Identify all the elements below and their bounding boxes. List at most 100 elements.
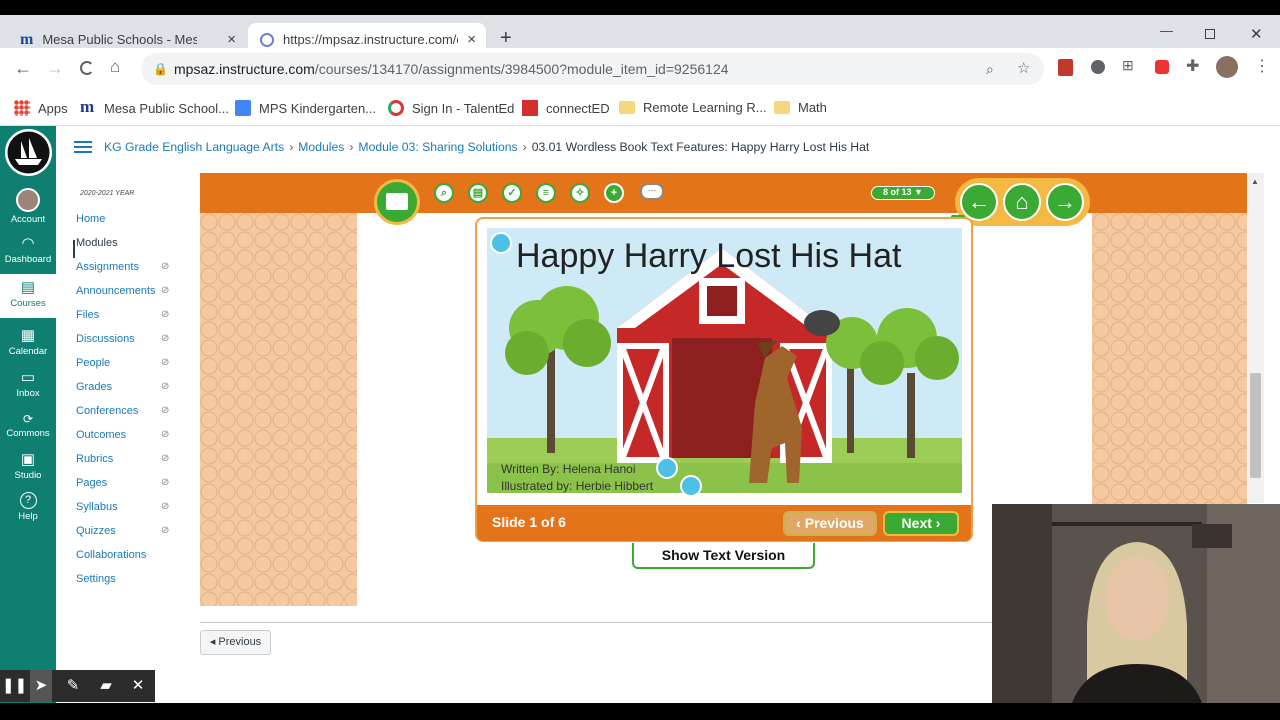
hidden-eye-icon: ⊘ [161,453,170,464]
pointer-icon[interactable]: ➤ [30,670,52,702]
nav-label: Dashboard [4,254,52,265]
hotspot-title[interactable] [490,232,512,254]
show-text-version-button[interactable]: Show Text Version [632,543,815,569]
course-nav-settings[interactable]: Settings [76,573,116,585]
puzzle-icon[interactable]: ✚ [1186,56,1199,76]
help-icon: ? [19,492,37,509]
next-slide-button[interactable]: Next › [883,511,959,536]
zoom-icon[interactable]: ⌕ [986,53,994,85]
new-tab-button[interactable]: + [500,27,512,50]
course-nav-files[interactable]: Files [76,309,99,321]
home-icon[interactable]: ⌂ [110,57,120,77]
add-tool-icon[interactable]: + [604,183,624,203]
nav-inbox[interactable]: ▭ Inbox [0,368,56,399]
nav-courses[interactable]: ▤ Courses [0,274,56,318]
hamburger-icon[interactable] [74,141,92,153]
bookmark-math[interactable]: Math [774,100,827,115]
hidden-eye-icon: ⊘ [161,309,170,320]
player-header-bar [200,173,1247,213]
back-icon[interactable]: ← [14,58,32,79]
avatar [16,188,40,212]
bookmark-label: connectED [546,100,610,116]
hotspot-illustrator[interactable] [680,475,702,497]
bookmark-remote[interactable]: Remote Learning R... [619,100,767,115]
chat-tool-icon[interactable]: ··· [640,183,664,200]
course-nav-modules[interactable]: Modules [76,237,118,249]
pen-icon[interactable]: ✎ [62,676,84,694]
extension-icon[interactable] [1091,60,1105,74]
menu-icon[interactable]: ⋮ [1254,56,1270,76]
close-icon[interactable]: ✕ [127,676,149,694]
book-menu-button[interactable] [374,179,420,225]
address-bar[interactable]: 🔒 mpsaz.instructure.com/courses/134170/a… [141,53,1044,85]
grid-extension-icon[interactable]: ⊞ [1122,57,1134,74]
content-scrollbar[interactable]: ▲ [1248,173,1264,503]
scroll-thumb[interactable] [1250,373,1261,478]
close-icon[interactable]: × [467,31,476,48]
record-extension-icon[interactable] [1155,60,1169,74]
bookmark-label: Remote Learning R... [643,100,767,115]
nav-account[interactable]: Account [0,188,56,225]
compass-tool-icon[interactable]: ✧ [570,183,590,203]
profile-avatar[interactable] [1216,56,1238,78]
nav-calendar[interactable]: ▦ Calendar [0,326,56,357]
page-indicator[interactable]: 8 of 13 ▼ [871,186,935,200]
previous-slide-button[interactable]: ‹ Previous [783,511,877,536]
close-icon[interactable]: × [227,31,236,48]
course-nav-syllabus[interactable]: Syllabus [76,501,118,513]
course-nav-people[interactable]: People [76,357,110,369]
nav-dashboard[interactable]: ◠ Dashboard [0,234,56,265]
bookmark-connected[interactable]: connectED [522,100,610,116]
school-logo[interactable] [2,126,55,179]
forward-arrow-button[interactable]: → [1046,183,1084,221]
bookmark-talented[interactable]: Sign In - TalentEd [388,100,514,116]
bookmark-kindergarten[interactable]: MPS Kindergarten... [235,100,376,116]
bookmark-label: Apps [38,100,68,116]
hotspot-author[interactable] [656,457,678,479]
course-nav-grades[interactable]: Grades [76,381,112,393]
bookmark-label: Sign In - TalentEd [412,100,515,116]
check-tool-icon[interactable]: ✓ [502,183,522,203]
footer-previous-button[interactable]: ◂ Previous [200,630,271,655]
home-button[interactable]: ⌂ [1003,183,1041,221]
course-nav-assignments[interactable]: Assignments [76,261,139,273]
pause-icon[interactable]: ❚❚ [2,676,27,694]
bookmark-mesa[interactable]: m Mesa Public School... [80,98,229,116]
forward-icon[interactable]: → [46,58,64,79]
nav-help[interactable]: ? Help [0,492,56,522]
mps-logo-icon: m [20,30,34,48]
crumb-modules[interactable]: Modules [298,140,344,154]
back-arrow-button[interactable]: ← [960,183,998,221]
course-nav-collaborations[interactable]: Collaborations [76,549,146,561]
course-nav-outcomes[interactable]: Outcomes [76,429,126,441]
course-nav-quizzes[interactable]: Quizzes [76,525,116,537]
bookmarks-bar: Apps m Mesa Public School... MPS Kinderga… [0,92,1280,126]
course-nav-discussions[interactable]: Discussions [76,333,135,345]
course-nav-rubrics[interactable]: Rubrics [76,453,113,465]
course-nav-pages[interactable]: Pages [76,477,107,489]
nav-commons[interactable]: ⟳ Commons [0,412,56,439]
star-icon[interactable]: ☆ [1017,53,1030,85]
talented-icon [388,100,404,116]
course-year: 2020-2021 YEAR [80,190,135,197]
minimize-icon[interactable]: — [1160,23,1173,38]
bookmark-apps[interactable]: Apps [14,100,68,116]
course-nav-announcements[interactable]: Announcements [76,285,156,297]
crumb-module[interactable]: Module 03: Sharing Solutions [358,140,517,154]
loading-icon[interactable] [80,61,94,75]
docs-icon [235,100,251,116]
restore-icon[interactable] [1205,29,1215,39]
eraser-icon[interactable]: ▰ [95,676,117,694]
course-nav-home[interactable]: Home [76,213,105,225]
window-close-icon[interactable]: ✕ [1250,25,1263,43]
url-domain: mpsaz.instructure.com [174,61,315,77]
nav-studio[interactable]: ▣ Studio [0,450,56,481]
notes-tool-icon[interactable]: ≡ [536,183,556,203]
print-tool-icon[interactable]: ▤ [468,183,488,203]
screen: m Mesa Public Schools - Mesa, Ariz × htt… [0,15,1280,703]
scroll-up-icon[interactable]: ▲ [1251,177,1259,186]
course-nav-conferences[interactable]: Conferences [76,405,138,417]
crumb-course[interactable]: KG Grade English Language Arts [104,140,284,154]
search-tool-icon[interactable]: ⌕ [434,183,454,203]
acrobat-extension-icon[interactable] [1058,59,1073,76]
